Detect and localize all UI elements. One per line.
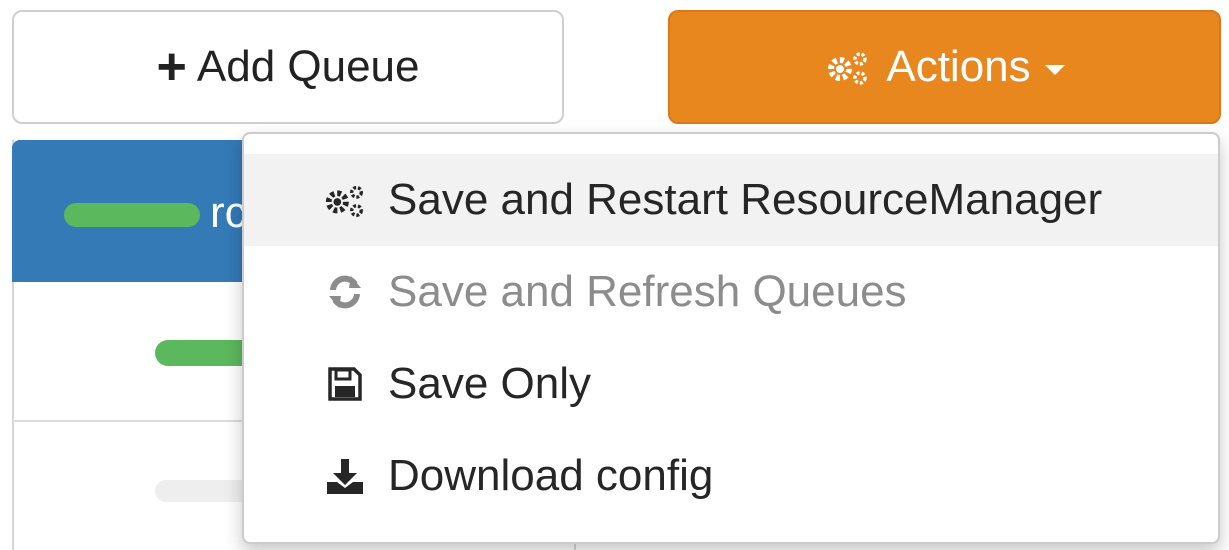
cogs-icon (828, 52, 868, 85)
actions-dropdown-button[interactable]: Actions (668, 10, 1221, 124)
menu-item-label: Save and Refresh Queues (388, 267, 907, 316)
add-queue-button[interactable]: + Add Queue (12, 10, 564, 124)
cogs-icon (322, 177, 368, 223)
download-icon (322, 453, 368, 499)
floppy-disk-icon (322, 361, 368, 407)
menu-item-download-config[interactable]: Download config (244, 430, 1218, 522)
refresh-icon (322, 269, 368, 315)
actions-menu: Save and Restart ResourceManager Save an… (242, 132, 1220, 544)
capacity-scheduler-view: + Add Queue Actions rc Save and Restart … (0, 0, 1229, 550)
menu-item-label: Download config (388, 451, 714, 500)
root-capacity-bar (64, 203, 200, 227)
actions-label: Actions (886, 42, 1031, 91)
caret-down-icon (1044, 65, 1065, 75)
menu-item-save-refresh-queues[interactable]: Save and Refresh Queues (244, 246, 1218, 338)
plus-icon: + (156, 38, 187, 96)
menu-item-save-restart-rm[interactable]: Save and Restart ResourceManager (244, 154, 1218, 246)
add-queue-label: Add Queue (196, 42, 420, 91)
menu-item-label: Save Only (388, 359, 591, 408)
menu-item-save-only[interactable]: Save Only (244, 338, 1218, 430)
menu-item-label: Save and Restart ResourceManager (388, 175, 1103, 224)
